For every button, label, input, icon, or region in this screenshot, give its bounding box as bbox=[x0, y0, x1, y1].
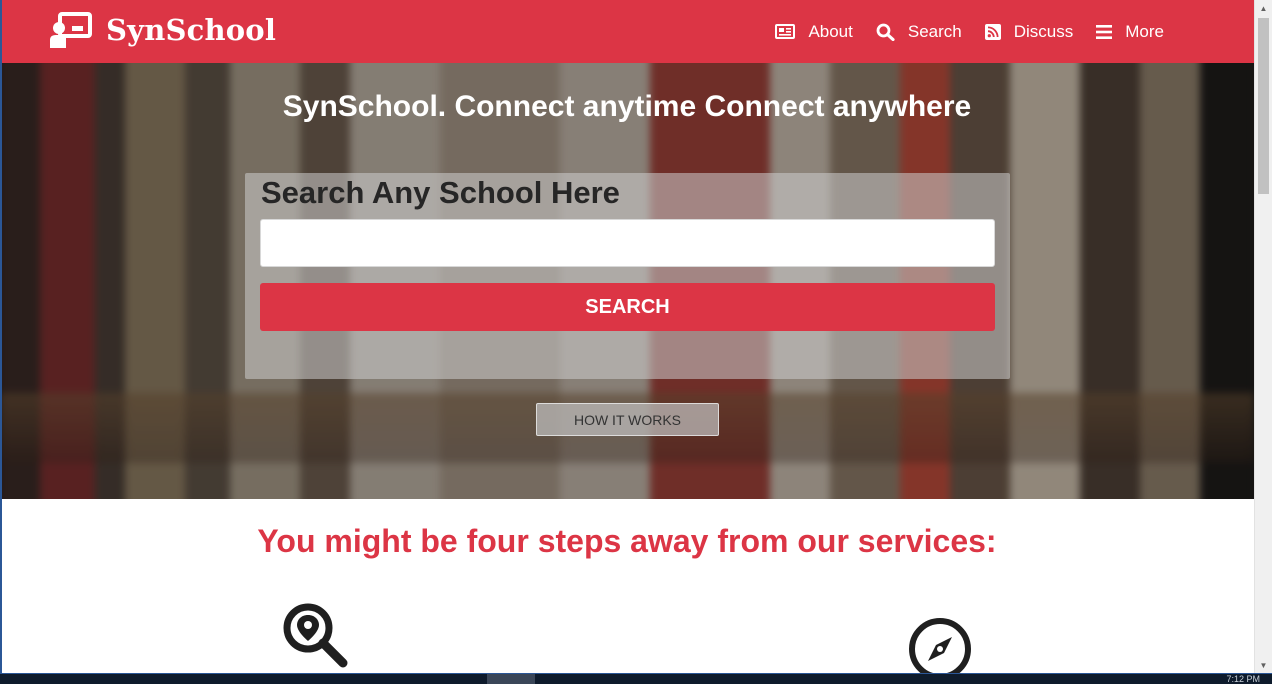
scrollbar-thumb[interactable] bbox=[1258, 18, 1269, 194]
nav-search-label: Search bbox=[907, 21, 962, 41]
taskbar-clock: 7:12 PM bbox=[1226, 674, 1260, 684]
nav-discuss-label: Discuss bbox=[1013, 21, 1074, 41]
top-navbar: SynSchool About Search Discuss More bbox=[0, 0, 1254, 63]
brand-name: SynSchool bbox=[106, 13, 277, 47]
nav-about[interactable]: About bbox=[775, 21, 853, 42]
hero-title: SynSchool. Connect anytime Connect anywh… bbox=[282, 90, 972, 123]
brand[interactable]: SynSchool bbox=[50, 10, 276, 50]
main-nav: About Search Discuss More bbox=[752, 0, 1164, 63]
search-icon bbox=[876, 23, 895, 41]
how-it-works-button[interactable]: HOW IT WORKS bbox=[536, 403, 719, 436]
rss-icon bbox=[984, 23, 1001, 40]
nav-more-label: More bbox=[1125, 21, 1164, 41]
scroll-up-icon[interactable]: ▲ bbox=[1255, 0, 1272, 17]
classroom-icon bbox=[50, 12, 92, 48]
search-panel: Search Any School Here SEARCH bbox=[245, 173, 1010, 379]
location-search-icon bbox=[282, 602, 350, 670]
hero-section: SynSchool. Connect anytime Connect anywh… bbox=[0, 63, 1254, 499]
id-card-icon bbox=[775, 24, 796, 39]
nav-discuss[interactable]: Discuss bbox=[984, 21, 1074, 42]
school-search-input[interactable] bbox=[260, 219, 995, 267]
compass-icon bbox=[907, 616, 973, 674]
nav-search[interactable]: Search bbox=[876, 22, 962, 42]
search-button[interactable]: SEARCH bbox=[260, 283, 995, 331]
os-taskbar: 7:12 PM bbox=[0, 674, 1272, 684]
vertical-scrollbar[interactable]: ▲ ▼ bbox=[1254, 0, 1272, 674]
nav-about-label: About bbox=[808, 21, 853, 41]
menu-icon bbox=[1096, 24, 1113, 39]
nav-more[interactable]: More bbox=[1096, 22, 1164, 42]
steps-title: You might be four steps away from our se… bbox=[257, 523, 997, 559]
search-heading: Search Any School Here bbox=[261, 175, 620, 210]
taskbar-app-tile[interactable] bbox=[487, 674, 535, 684]
scroll-down-icon[interactable]: ▼ bbox=[1255, 657, 1272, 674]
browser-viewport: SynSchool About Search Discuss More SynS… bbox=[0, 0, 1254, 674]
